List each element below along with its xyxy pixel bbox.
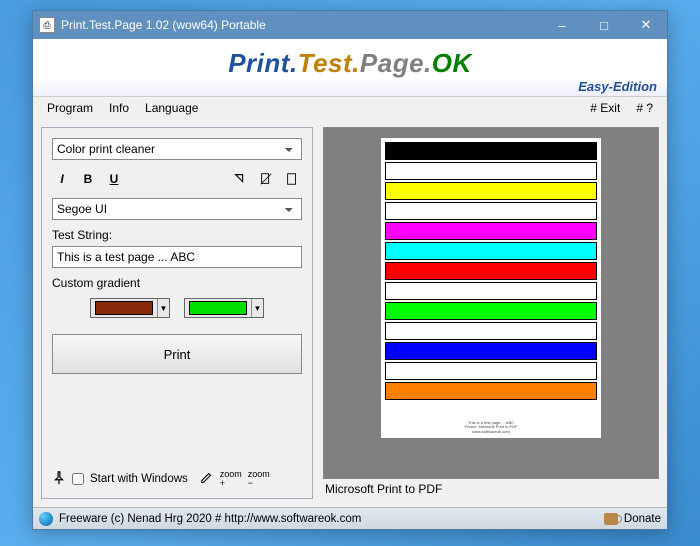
page-setup-button[interactable] <box>256 170 276 188</box>
gradient-color-1-button[interactable]: ▼ <box>90 298 170 318</box>
color-bar <box>385 202 597 220</box>
minimize-button[interactable]: – <box>541 11 583 39</box>
gradient-swatch-2 <box>189 301 247 315</box>
brand-part-1: Print. <box>228 48 297 78</box>
menu-program[interactable]: Program <box>39 99 101 117</box>
page-icon <box>259 172 273 186</box>
edition-label: Easy-Edition <box>578 79 657 94</box>
italic-button[interactable]: I <box>52 170 72 188</box>
content-area: Color print cleaner I B U Segoe UI <box>33 119 667 507</box>
brand-logo: Print.Test.Page.OK <box>228 48 472 79</box>
window-title: Print.Test.Page 1.02 (wow64) Portable <box>61 18 541 32</box>
color-bar <box>385 262 597 280</box>
maximize-button[interactable]: □ <box>583 11 625 39</box>
page-footer: This is a test page ... ABCPrinter: Micr… <box>385 402 597 436</box>
menubar: Program Info Language # Exit # ? <box>33 97 667 119</box>
zoom-in-icon[interactable]: zoom+ <box>220 470 242 488</box>
chevron-down-icon[interactable]: ▼ <box>157 299 169 317</box>
menu-exit[interactable]: # Exit <box>582 99 628 117</box>
color-bar <box>385 182 597 200</box>
gradient-row: ▼ ▼ <box>52 294 302 322</box>
menu-info[interactable]: Info <box>101 99 137 117</box>
freeware-label[interactable]: Freeware (c) Nenad Hrg 2020 # http://www… <box>59 513 361 525</box>
format-toolbar: I B U <box>52 168 302 190</box>
brand-part-3: Page. <box>360 48 432 78</box>
print-button[interactable]: Print <box>52 334 302 374</box>
sheet-icon <box>285 172 299 186</box>
color-bar <box>385 382 597 400</box>
close-button[interactable]: ✕ <box>625 11 667 39</box>
globe-icon <box>39 512 53 526</box>
preview-panel: This is a test page ... ABCPrinter: Micr… <box>323 127 659 499</box>
start-with-windows-checkbox[interactable] <box>72 473 84 485</box>
brand-part-4: OK <box>432 48 472 78</box>
edit-icon[interactable] <box>200 471 214 488</box>
preview-viewport[interactable]: This is a test page ... ABCPrinter: Micr… <box>323 127 659 479</box>
donate-icon[interactable] <box>604 513 618 525</box>
printer-label: Microsoft Print to PDF <box>323 479 659 499</box>
color-bar <box>385 302 597 320</box>
test-string-label: Test String: <box>52 228 302 242</box>
preview-page: This is a test page ... ABCPrinter: Micr… <box>381 138 601 438</box>
menu-language[interactable]: Language <box>137 99 206 117</box>
statusbar: Freeware (c) Nenad Hrg 2020 # http://www… <box>33 507 667 529</box>
bottom-toolbar: Start with Windows zoom+ zoom− <box>52 470 302 488</box>
brand-banner: Print.Test.Page.OK Easy-Edition <box>33 39 667 97</box>
test-string-input[interactable] <box>52 246 302 268</box>
zoom-out-icon[interactable]: zoom− <box>248 470 270 488</box>
color-bar <box>385 342 597 360</box>
orientation-button[interactable] <box>230 170 250 188</box>
start-with-windows-label: Start with Windows <box>90 473 188 485</box>
color-bar <box>385 322 597 340</box>
gradient-label: Custom gradient <box>52 276 302 290</box>
brand-part-2: Test. <box>298 48 360 78</box>
menu-help[interactable]: # ? <box>628 99 661 117</box>
pin-icon[interactable] <box>52 471 66 488</box>
donate-link[interactable]: Donate <box>624 513 661 525</box>
main-window: ⎙ Print.Test.Page 1.02 (wow64) Portable … <box>32 10 668 530</box>
rotate-icon <box>233 172 247 186</box>
settings-panel: Color print cleaner I B U Segoe UI <box>41 127 313 499</box>
color-bar <box>385 222 597 240</box>
bold-button[interactable]: B <box>78 170 98 188</box>
chevron-down-icon[interactable]: ▼ <box>251 299 263 317</box>
color-bar <box>385 362 597 380</box>
gradient-swatch-1 <box>95 301 153 315</box>
gradient-color-2-button[interactable]: ▼ <box>184 298 264 318</box>
font-select[interactable]: Segoe UI <box>52 198 302 220</box>
color-bar <box>385 282 597 300</box>
color-bar <box>385 242 597 260</box>
underline-button[interactable]: U <box>104 170 124 188</box>
color-bar <box>385 142 597 160</box>
app-icon: ⎙ <box>39 17 55 33</box>
blank-page-button[interactable] <box>282 170 302 188</box>
mode-select[interactable]: Color print cleaner <box>52 138 302 160</box>
color-bar <box>385 162 597 180</box>
titlebar[interactable]: ⎙ Print.Test.Page 1.02 (wow64) Portable … <box>33 11 667 39</box>
